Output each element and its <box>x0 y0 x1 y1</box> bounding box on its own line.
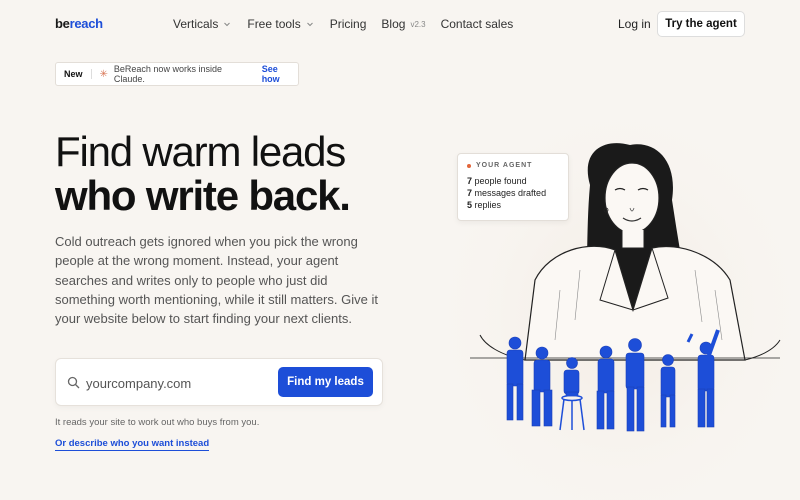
hero-title: Find warm leads who write back. <box>55 128 351 219</box>
hero-description: Cold outreach gets ignored when you pick… <box>55 234 378 327</box>
logo[interactable]: bereach <box>55 16 103 31</box>
stat-messages-drafted: 7 messages drafted <box>467 188 547 198</box>
sparkle-icon: ✳ <box>99 68 108 80</box>
see-how-link[interactable]: See how <box>262 64 298 84</box>
stat-replies: 5 replies <box>467 200 502 210</box>
chevron-down-icon <box>306 22 313 27</box>
hero-title-line2: who write back. <box>55 172 351 219</box>
stat-people-found: 7 people found <box>467 176 527 186</box>
nav-item-verticals[interactable]: Verticals <box>173 17 232 31</box>
new-tag: New <box>64 69 83 79</box>
nav-item-blog[interactable]: Blog v2.3 <box>381 17 425 31</box>
find-leads-button[interactable]: Find my leads <box>278 367 373 397</box>
top-nav: bereach Verticals Free tools Pricing Blo… <box>0 0 800 48</box>
nav-item-free-tools[interactable]: Free tools <box>247 17 314 31</box>
hero-title-line1: Find warm leads <box>55 128 346 175</box>
status-dot <box>467 163 471 168</box>
divider <box>90 69 92 79</box>
announcement-badge[interactable]: New ✳ BeReach now works inside Claude. S… <box>55 62 299 86</box>
try-agent-button[interactable]: Try the agent <box>657 11 745 37</box>
nav-item-pricing[interactable]: Pricing <box>330 17 367 31</box>
hero-illustration <box>440 90 800 500</box>
nav-item-contact-sales[interactable]: Contact sales <box>441 17 514 31</box>
agent-status-card: YOUR AGENT 7 people found 7 messages dra… <box>457 153 569 221</box>
website-input[interactable] <box>86 371 266 395</box>
nav-links: Verticals Free tools Pricing Blog v2.3 C… <box>173 17 528 31</box>
chevron-down-icon <box>224 22 231 27</box>
version-badge: v2.3 <box>410 19 426 29</box>
announcement-text: BeReach now works inside Claude. <box>113 64 222 84</box>
login-link[interactable]: Log in <box>618 17 651 31</box>
website-search-box: Find my leads <box>55 358 383 406</box>
describe-instead-link[interactable]: Or describe who you want instead <box>55 438 210 451</box>
agent-card-title: YOUR AGENT <box>467 162 559 169</box>
input-hint: It reads your site to work out who buys … <box>55 417 260 428</box>
search-icon <box>67 376 80 389</box>
